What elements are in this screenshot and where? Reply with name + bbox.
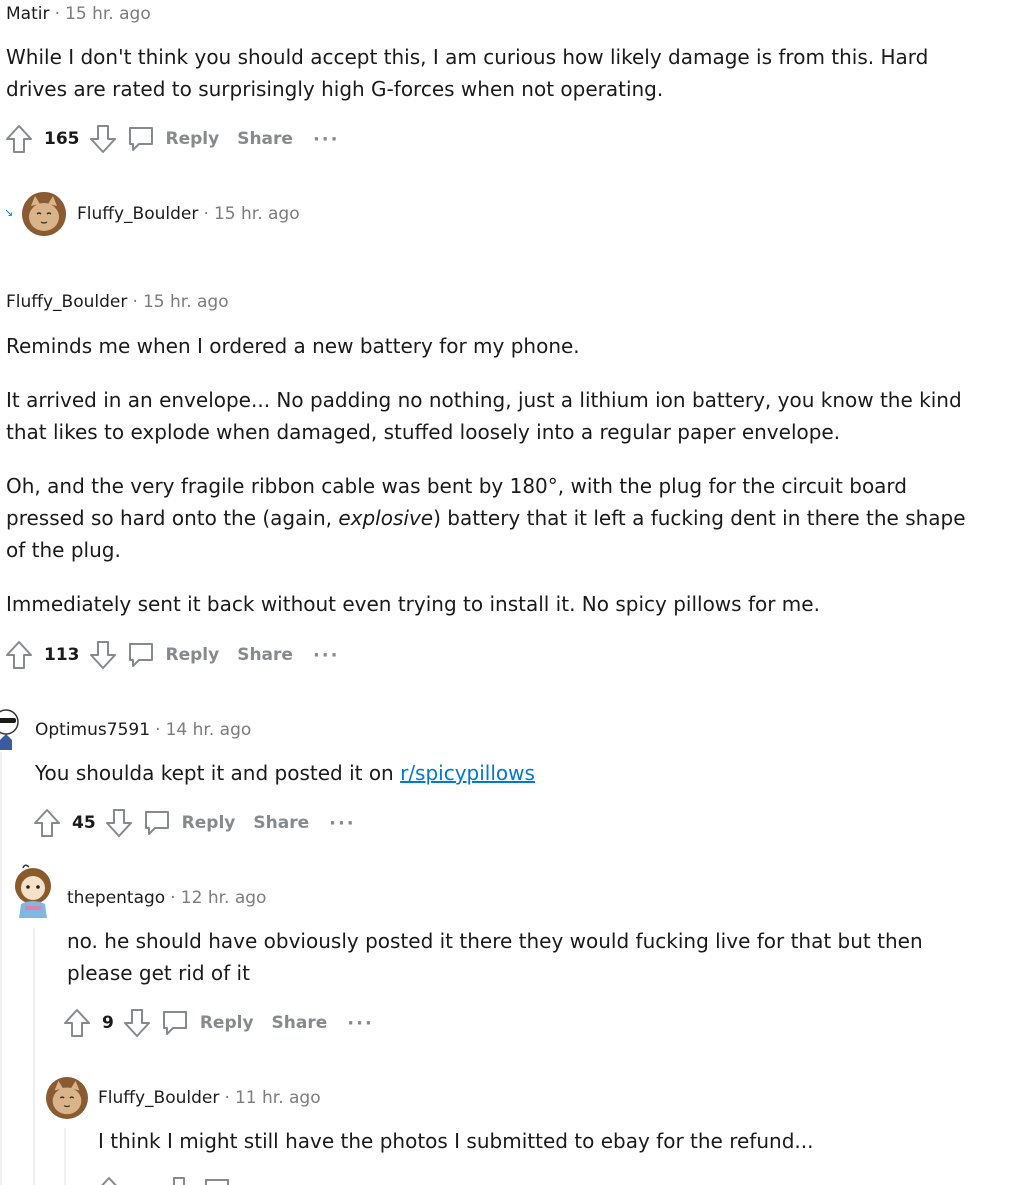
author-name[interactable]: Fluffy_Boulder	[6, 292, 127, 312]
comment-header: Fluffy_Boulder · 11 hr. ago	[98, 1088, 321, 1108]
comment-actions: 113 Reply Share ···	[4, 637, 339, 673]
comment-header: Fluffy_Boulder · 15 hr. ago	[6, 292, 229, 312]
separator: ·	[203, 204, 209, 224]
more-options-button[interactable]: ···	[313, 645, 340, 666]
author-name[interactable]: Optimus7591	[35, 720, 150, 740]
paragraph-text: You shoulda kept it and posted it on	[35, 761, 401, 785]
comment-actions: 9 Reply Share ···	[62, 1005, 374, 1041]
comment-bubble-icon[interactable]	[142, 808, 172, 838]
separator: ·	[155, 720, 161, 740]
share-button[interactable]: Share	[272, 1013, 328, 1033]
thread-line[interactable]	[0, 752, 2, 1185]
comment-paragraph: I think I might still have the photos I …	[98, 1129, 814, 1153]
comment-thread: Matir · 15 hr. ago While I don't think y…	[0, 0, 1024, 1185]
comment-bubble-icon[interactable]	[202, 1176, 232, 1185]
comment-paragraph: no. he should have obviously posted it t…	[67, 929, 923, 985]
comment-body: Reminds me when I ordered a new battery …	[6, 330, 986, 620]
timestamp[interactable]: 15 hr. ago	[65, 4, 151, 24]
separator: ·	[170, 888, 176, 908]
upvote-icon[interactable]	[4, 123, 34, 155]
timestamp[interactable]: 14 hr. ago	[166, 720, 252, 740]
timestamp[interactable]: 11 hr. ago	[235, 1088, 321, 1108]
separator: ·	[54, 4, 60, 24]
comment-header: Matir · 15 hr. ago	[6, 4, 151, 24]
share-button[interactable]: Share	[253, 813, 309, 833]
downvote-icon[interactable]	[104, 807, 134, 839]
separator: ·	[132, 292, 138, 312]
comment-actions	[94, 1173, 232, 1185]
avatar[interactable]	[46, 1077, 88, 1119]
vote-count: 165	[44, 129, 80, 149]
comment-header: thepentago · 12 hr. ago	[67, 888, 266, 908]
downvote-icon[interactable]	[164, 1175, 194, 1185]
reply-button[interactable]: Reply	[166, 645, 220, 665]
vote-count: 9	[102, 1013, 114, 1033]
upvote-icon[interactable]	[32, 807, 62, 839]
thread-line[interactable]	[33, 928, 35, 1185]
comment-paragraph: While I don't think you should accept th…	[6, 45, 929, 101]
author-name[interactable]: Fluffy_Boulder	[77, 204, 198, 224]
subreddit-link[interactable]: r/spicypillows	[400, 761, 535, 785]
timestamp[interactable]: 15 hr. ago	[214, 204, 300, 224]
author-name[interactable]: thepentago	[67, 888, 165, 908]
comment-paragraph: It arrived in an envelope... No padding …	[6, 388, 962, 444]
avatar[interactable]	[22, 192, 66, 236]
vote-count: 113	[44, 645, 80, 665]
downvote-icon[interactable]	[88, 123, 118, 155]
downvote-icon[interactable]	[88, 639, 118, 671]
comment-paragraph: Reminds me when I ordered a new battery …	[6, 334, 580, 358]
expand-arrow-icon[interactable]: ↘	[4, 206, 13, 219]
downvote-icon[interactable]	[122, 1007, 152, 1039]
comment-paragraph: Immediately sent it back without even tr…	[6, 592, 820, 616]
upvote-icon[interactable]	[62, 1007, 92, 1039]
comment-bubble-icon[interactable]	[126, 124, 156, 154]
comment-header: Fluffy_Boulder · 15 hr. ago	[77, 204, 300, 224]
comment-header: Optimus7591 · 14 hr. ago	[35, 720, 251, 740]
comment-body: While I don't think you should accept th…	[6, 41, 966, 105]
upvote-icon[interactable]	[94, 1175, 124, 1185]
share-button[interactable]: Share	[237, 645, 293, 665]
vote-count: 45	[72, 813, 96, 833]
comment-body: I think I might still have the photos I …	[98, 1125, 813, 1157]
author-name[interactable]: Fluffy_Boulder	[98, 1088, 219, 1108]
emphasis-text: explosive	[338, 506, 434, 530]
comment-actions: 45 Reply Share ···	[32, 805, 356, 841]
comment-bubble-icon[interactable]	[126, 640, 156, 670]
more-options-button[interactable]: ···	[313, 129, 340, 150]
comment-actions: 165 Reply Share ···	[4, 121, 339, 157]
avatar[interactable]	[9, 864, 57, 918]
comment-body: You shoulda kept it and posted it on r/s…	[35, 757, 535, 789]
comment-body: no. he should have obviously posted it t…	[67, 925, 947, 989]
timestamp[interactable]: 15 hr. ago	[143, 292, 229, 312]
timestamp[interactable]: 12 hr. ago	[181, 888, 267, 908]
comment-bubble-icon[interactable]	[160, 1008, 190, 1038]
share-button[interactable]: Share	[237, 129, 293, 149]
comment-paragraph: Oh, and the very fragile ribbon cable wa…	[6, 470, 986, 566]
author-name[interactable]: Matir	[6, 4, 49, 24]
more-options-button[interactable]: ···	[347, 1013, 374, 1034]
thread-line[interactable]	[64, 1128, 66, 1185]
separator: ·	[224, 1088, 230, 1108]
reply-button[interactable]: Reply	[200, 1013, 254, 1033]
avatar[interactable]	[0, 706, 22, 750]
reply-button[interactable]: Reply	[182, 813, 236, 833]
reply-button[interactable]: Reply	[166, 129, 220, 149]
upvote-icon[interactable]	[4, 639, 34, 671]
more-options-button[interactable]: ···	[329, 813, 356, 834]
